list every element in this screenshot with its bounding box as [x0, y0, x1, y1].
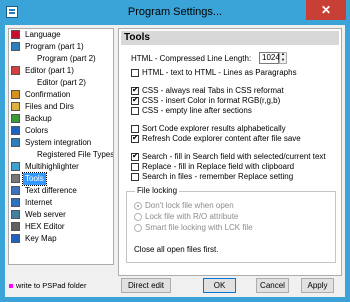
file-locking-group: File locking Don't lock file when open Lo… — [126, 186, 336, 263]
option-checkbox-label: Replace - fill in Replace field with cli… — [142, 162, 295, 171]
tree-item[interactable]: Backup — [9, 113, 113, 125]
server-icon — [11, 210, 20, 219]
tree-item-label: Backup — [25, 114, 52, 123]
tree-item-label: Editor (part 1) — [25, 66, 74, 75]
checkbox-unchecked-icon[interactable] — [131, 107, 139, 115]
compress-length-label: HTML - Compressed Line Length: — [131, 54, 252, 63]
tree-item-label: Files and Dirs — [25, 102, 74, 111]
option-checkbox-label: Search in files - remember Replace setti… — [142, 172, 294, 181]
tree-item[interactable]: Internet — [9, 197, 113, 209]
tree-item-label: Web server — [25, 210, 66, 219]
cancel-button[interactable]: Cancel — [256, 278, 289, 293]
tree-item[interactable]: Program (part 1) — [9, 41, 113, 53]
tree-item[interactable]: Program (part 2) — [9, 53, 113, 65]
tree-item[interactable]: HEX Editor — [9, 221, 113, 233]
close-icon: ✕ — [320, 3, 332, 17]
file-locking-radio-label: Lock file with R/O attribute — [145, 212, 239, 221]
tree-item[interactable]: Text difference — [9, 185, 113, 197]
hex-icon — [11, 222, 20, 231]
tools-panel: Tools HTML - Compressed Line Length: 102… — [118, 28, 342, 276]
option-checkbox-label: CSS - always real Tabs in CSS reformat — [142, 86, 284, 95]
file-locking-note: Close all open files first. — [134, 245, 219, 254]
flag-icon — [11, 30, 20, 39]
tree-item-label: System integration — [25, 138, 92, 147]
radio-selected-icon[interactable] — [134, 202, 142, 210]
checkbox-unchecked-icon[interactable] — [131, 69, 139, 77]
tree-item-label: Text difference — [25, 186, 77, 195]
panel-title: Tools — [121, 31, 339, 45]
option-checkbox-label: Refresh Code explorer content after file… — [142, 134, 301, 143]
checkbox-checked-icon[interactable] — [131, 85, 139, 95]
tree-item[interactable]: Editor (part 2) — [9, 77, 113, 89]
file-locking-radio-label: Smart file locking with LCK file — [145, 223, 253, 232]
tree-item[interactable]: Key Map — [9, 233, 113, 245]
tree-item-label: Tools — [22, 172, 47, 186]
highlighter-icon — [11, 162, 20, 171]
checkbox-checked-icon[interactable] — [131, 151, 139, 161]
tree-item[interactable]: Registered File Types — [9, 149, 113, 161]
write-to-folder-note: write to PSPad folder — [9, 281, 86, 290]
settings-dialog: Language Program (part 1) Program (part 2)… — [5, 25, 345, 297]
backup-icon — [11, 114, 20, 123]
tree-item[interactable]: Files and Dirs — [9, 101, 113, 113]
option-checkbox-label: Search - fill in Search field with selec… — [142, 152, 326, 161]
folder-icon — [11, 102, 20, 111]
window-title: Program Settings... — [127, 6, 223, 18]
tree-item-label: Editor (part 2) — [37, 78, 86, 87]
checkbox-unchecked-icon[interactable] — [131, 163, 139, 171]
tree-item[interactable]: Editor (part 1) — [9, 65, 113, 77]
colors-icon — [11, 126, 20, 135]
ok-button[interactable]: OK — [203, 278, 236, 293]
system-icon — [11, 138, 20, 147]
tree-item[interactable]: Web server — [9, 209, 113, 221]
tree-item-label: Program (part 1) — [25, 42, 84, 51]
bottom-note-text: write to PSPad folder — [16, 281, 87, 290]
tree-item-label: Registered File Types — [37, 150, 114, 159]
tree-item-label: Internet — [25, 198, 53, 207]
marker-square-icon — [9, 284, 13, 289]
title-bar: Program Settings... ✕ — [0, 0, 350, 25]
settings-tree[interactable]: Language Program (part 1) Program (part 2)… — [8, 28, 114, 265]
compress-length-input[interactable]: 1024 — [259, 52, 280, 64]
tree-item[interactable]: Colors — [9, 125, 113, 137]
checkbox-checked-icon[interactable] — [131, 133, 139, 143]
option-checkbox-label: CSS - empty line after sections — [142, 106, 252, 115]
confirmation-icon — [11, 90, 20, 99]
tree-item-label: Multihighlighter — [25, 162, 79, 171]
tree-item[interactable]: Multihighlighter — [9, 161, 113, 173]
diff-icon — [11, 186, 20, 195]
tree-item[interactable]: System integration — [9, 137, 113, 149]
keymap-icon — [11, 234, 20, 243]
option-checkbox-label: Sort Code explorer results alphabeticall… — [142, 124, 286, 133]
internet-icon — [11, 198, 20, 207]
program-icon — [11, 42, 20, 51]
tree-item-label: HEX Editor — [25, 222, 65, 231]
tree-item-label: Program (part 2) — [37, 54, 96, 63]
apply-button[interactable]: Apply — [301, 278, 334, 293]
radio-unselected-icon[interactable] — [134, 213, 142, 221]
tree-item[interactable]: Confirmation — [9, 89, 113, 101]
checkbox-unchecked-icon[interactable] — [131, 125, 139, 133]
editor-icon — [11, 66, 20, 75]
option-checkbox-label: CSS - insert Color in format RGB(r,g,b) — [142, 96, 281, 105]
tree-item[interactable]: Language — [9, 29, 113, 41]
radio-unselected-icon[interactable] — [134, 224, 142, 232]
compress-length-spinner[interactable] — [279, 51, 287, 64]
option-checkbox-label: HTML - text to HTML - Lines as Paragraph… — [142, 68, 297, 77]
tree-item-label: Key Map — [25, 234, 57, 243]
checkbox-checked-icon[interactable] — [131, 95, 139, 105]
tree-item-label: Colors — [25, 126, 49, 135]
tools-icon — [11, 174, 20, 183]
tree-item-label: Language — [25, 30, 61, 39]
file-locking-radio-label: Don't lock file when open — [145, 201, 234, 210]
tree-item-label: Confirmation — [25, 90, 71, 99]
tree-item[interactable]: Tools — [9, 172, 113, 186]
direct-edit-button[interactable]: Direct edit — [121, 278, 171, 293]
file-locking-title: File locking — [135, 186, 180, 195]
checkbox-unchecked-icon[interactable] — [131, 173, 139, 181]
close-button[interactable]: ✕ — [306, 0, 346, 20]
